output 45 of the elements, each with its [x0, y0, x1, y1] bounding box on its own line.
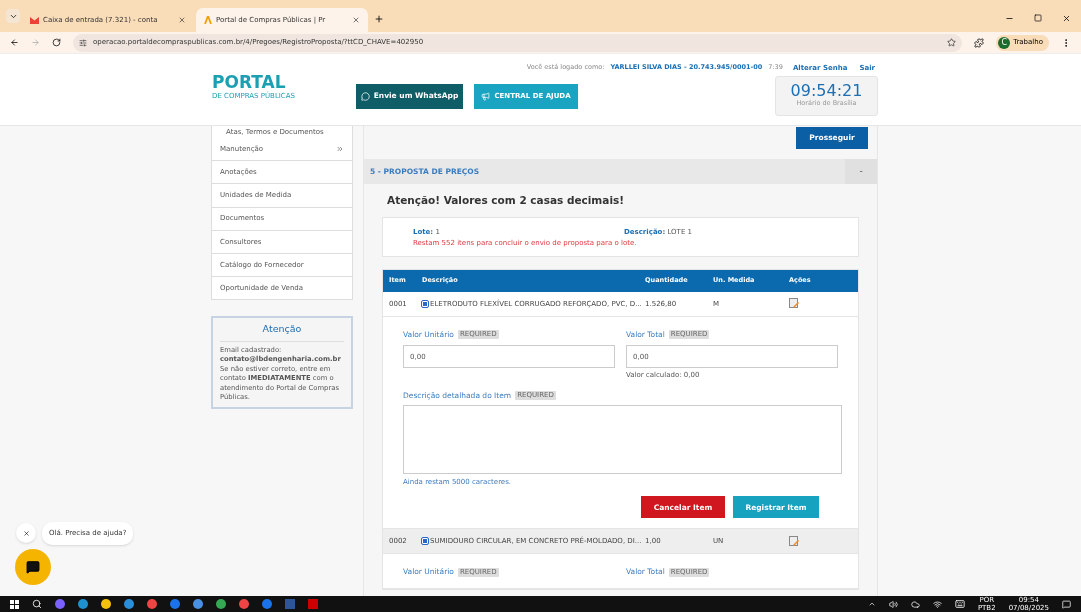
notice-title: Atenção [220, 322, 344, 342]
keyboard-icon[interactable] [954, 599, 965, 609]
reload-icon[interactable] [52, 38, 61, 47]
logo-icon [204, 16, 212, 24]
whatsapp-icon [360, 91, 370, 101]
search-icon[interactable] [32, 599, 42, 609]
tray-icon[interactable] [867, 600, 876, 608]
close-icon [22, 529, 30, 537]
new-tab-icon[interactable] [374, 14, 384, 24]
description-field[interactable] [403, 404, 842, 474]
close-icon[interactable] [352, 16, 360, 24]
back-icon[interactable] [10, 38, 19, 47]
app-icon[interactable] [124, 599, 134, 609]
collapse-button[interactable]: - [845, 159, 877, 184]
expand-icon[interactable] [422, 300, 428, 307]
app-icon[interactable] [239, 599, 249, 609]
megaphone-icon [481, 91, 491, 101]
volume-icon[interactable] [888, 599, 898, 609]
close-icon[interactable] [1062, 14, 1071, 23]
tab-menu-button[interactable] [6, 9, 20, 23]
app-icon[interactable] [101, 599, 111, 609]
logo-title: PORTAL [212, 74, 286, 91]
chat-button[interactable] [15, 549, 51, 585]
expand-icon[interactable] [422, 538, 428, 545]
cloud-icon[interactable] [910, 599, 920, 609]
app-icon[interactable] [216, 599, 226, 609]
restore-icon[interactable] [1034, 14, 1042, 22]
network-icon[interactable] [932, 599, 942, 609]
windows-icon[interactable] [10, 599, 19, 609]
site-settings-icon[interactable] [79, 38, 87, 47]
extensions-icon[interactable] [974, 37, 985, 48]
profile-avatar: C [998, 36, 1011, 49]
app-icon[interactable] [147, 599, 157, 609]
mail-icon [30, 16, 39, 24]
app-icon[interactable] [193, 599, 203, 609]
chat-icon [26, 560, 40, 574]
decimal-warning: Atenção! Valores com 2 casas decimais! [386, 193, 626, 208]
edit-icon[interactable] [789, 298, 800, 310]
app-icon[interactable] [78, 599, 88, 609]
expand-icon [336, 145, 344, 154]
edit-icon[interactable] [789, 535, 800, 547]
close-icon[interactable] [178, 16, 186, 24]
bookmark-icon[interactable] [947, 38, 957, 47]
notifications-icon[interactable] [1062, 599, 1071, 609]
clock-time: 09:54:21 [790, 82, 863, 100]
